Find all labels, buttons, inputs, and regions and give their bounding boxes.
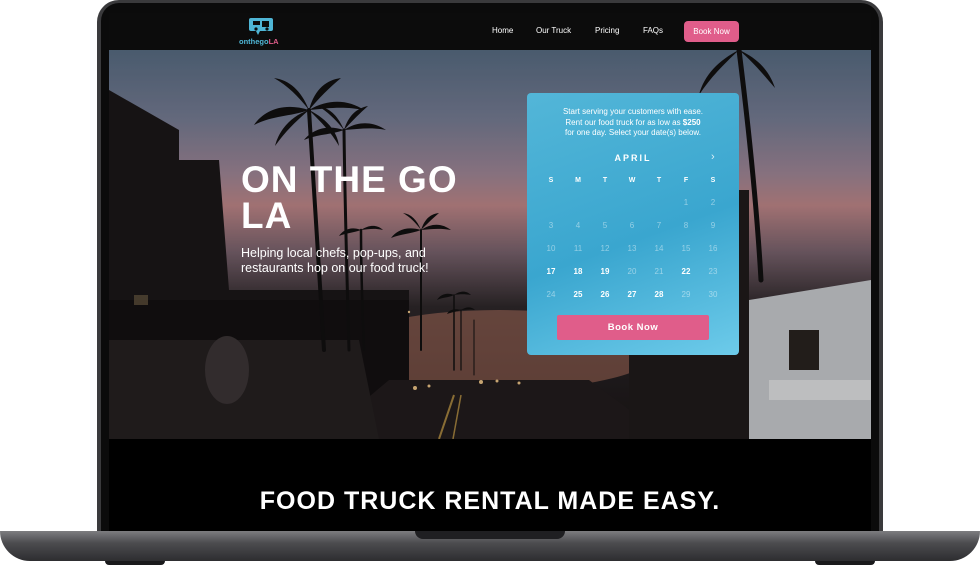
laptop-foot-left [105,561,165,565]
nav-link-our-truck[interactable]: Our Truck [536,26,571,35]
laptop-foot-right [815,561,875,565]
booking-card: Start serving your customers with ease. … [527,93,739,355]
calendar-day-available[interactable]: 25 [568,290,588,299]
calendar-day-available[interactable]: 27 [622,290,642,299]
booking-book-now-button[interactable]: Book Now [557,315,709,340]
calendar-day-unavailable: 3 [548,221,554,230]
nav-link-home[interactable]: Home [492,26,513,35]
top-nav: onthegoLA Home Our Truck Pricing FAQs Bo… [109,13,871,50]
weekday-label: F [683,177,689,184]
calendar-day-unavailable: 13 [627,244,637,253]
calendar-day-unavailable: 10 [546,244,556,253]
nav-book-now-button[interactable]: Book Now [684,21,739,42]
calendar-day-unavailable: 30 [708,290,718,299]
hero-title: ON THE GO LA [241,159,458,236]
calendar-day-unavailable: 15 [681,244,691,253]
price-highlight: $250 [682,117,701,127]
calendar-day-unavailable: 14 [654,244,664,253]
calendar-day-unavailable: 23 [708,267,718,276]
nav-link-faqs[interactable]: FAQs [643,26,663,35]
food-truck-logo-icon [249,18,273,35]
section-title: FOOD TRUCK RENTAL MADE EASY. [259,487,721,515]
calendar-month-label: APRIL [614,153,652,163]
brand-wordmark: onthegoLA [239,37,279,46]
calendar-day-unavailable: 9 [710,221,716,230]
calendar-day-unavailable: 6 [629,221,635,230]
calendar-day-unavailable: 5 [602,221,608,230]
hero-background-photo [109,50,871,439]
calendar-day-unavailable: 1 [683,198,689,207]
calendar-day-unavailable: 29 [681,290,691,299]
calendar-day-unavailable: 2 [710,198,716,207]
chevron-right-icon[interactable]: › [711,151,715,163]
calendar-day-unavailable: 20 [627,267,637,276]
laptop-notch [415,531,565,539]
calendar-day-available[interactable]: 22 [676,267,696,276]
weekday-label: S [710,177,716,184]
calendar-day-unavailable: 11 [573,244,583,253]
weekday-label: T [656,177,662,184]
weekday-label: T [602,177,608,184]
calendar-day-unavailable: 4 [575,221,581,230]
calendar-day-unavailable: 8 [683,221,689,230]
calendar-day-unavailable: 16 [708,244,718,253]
weekday-label: M [575,177,581,184]
booking-intro: Start serving your customers with ease. … [562,107,704,137]
weekday-label: W [628,177,636,184]
calendar-day-available[interactable]: 19 [595,267,615,276]
calendar-day-available[interactable]: 17 [541,267,561,276]
laptop-screen: onthegoLA Home Our Truck Pricing FAQs Bo… [109,13,871,532]
weekday-label: S [548,177,554,184]
calendar-day-unavailable: 12 [600,244,610,253]
calendar-day-available[interactable]: 26 [595,290,615,299]
nav-link-pricing[interactable]: Pricing [595,26,619,35]
calendar-day-unavailable: 7 [656,221,662,230]
calendar-day-unavailable: 21 [654,267,664,276]
hero-subtitle: Helping local chefs, pop-ups, and restau… [241,246,429,275]
calendar-day-unavailable: 24 [546,290,556,299]
brand-logo[interactable]: onthegoLA [239,17,283,47]
calendar-day-available[interactable]: 28 [649,290,669,299]
calendar-day-available[interactable]: 18 [568,267,588,276]
hero-section: ON THE GO LA Helping local chefs, pop-up… [109,50,871,439]
